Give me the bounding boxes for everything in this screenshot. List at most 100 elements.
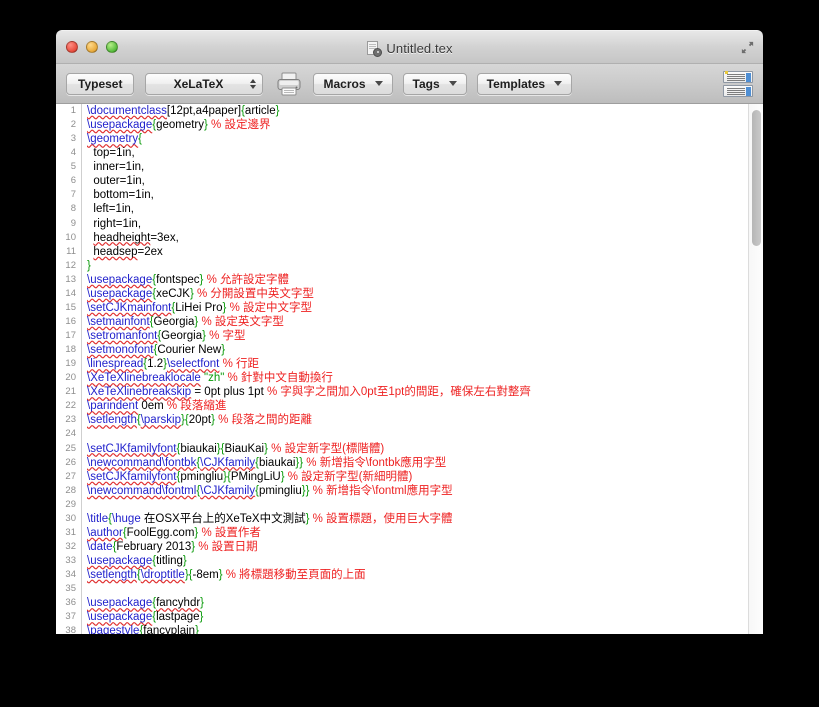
minimize-window-button[interactable] — [86, 41, 98, 53]
code-line[interactable]: \setCJKmainfont{LiHei Pro} % 設定中文字型 — [87, 301, 747, 315]
editor-scrollbar-thumb[interactable] — [752, 110, 761, 246]
code-token: % 將標題移動至頁面的上面 — [222, 569, 366, 582]
code-token: }{ — [223, 470, 231, 483]
code-line[interactable]: \setlength{\parskip}{20pt} % 段落之間的距離 — [87, 413, 747, 427]
code-line[interactable]: \setmainfont{Georgia} % 設定英文字型 — [87, 315, 747, 329]
line-number: 27 — [65, 470, 76, 482]
code-line[interactable] — [87, 427, 747, 441]
code-line[interactable]: \usepackage{fontspec} % 允許設定字體 — [87, 273, 747, 287]
typeset-button[interactable]: Typeset — [66, 72, 135, 95]
split-view-icon[interactable] — [723, 71, 753, 97]
code-token: left=1in, — [87, 203, 134, 216]
code-token: February 2013 — [116, 540, 192, 553]
code-line[interactable]: outer=1in, — [87, 174, 747, 188]
code-line[interactable]: \XeTeXlinebreakskip = 0pt plus 1pt % 字與字… — [87, 385, 747, 399]
code-line[interactable]: \title{\huge 在OSX平台上的XeTeX中文測試} % 設置標題，使… — [87, 512, 747, 526]
code-token: } — [199, 611, 204, 624]
code-line[interactable]: \setCJKfamilyfont{pmingliu}{PMingLiU} % … — [87, 470, 747, 484]
code-token: headsep — [93, 245, 138, 258]
chevron-down-icon — [448, 81, 457, 86]
line-number: 28 — [65, 484, 76, 496]
code-token: = 0pt plus 1pt — [191, 386, 267, 399]
line-number: 3 — [70, 133, 76, 145]
code-line[interactable]: \setmonofont{Courier New} — [87, 343, 747, 357]
code-line[interactable]: } — [87, 259, 747, 273]
code-token: } — [200, 597, 205, 610]
code-line[interactable]: \setromanfont{Georgia} % 字型 — [87, 329, 747, 343]
code-token: % 設置作者 — [198, 526, 261, 539]
code-line[interactable]: \documentclass[12pt,a4paper]{article} — [87, 104, 747, 118]
code-line[interactable]: left=1in, — [87, 202, 747, 216]
code-line[interactable]: \geometry{ — [87, 132, 747, 146]
code-line[interactable]: \date{February 2013} % 設置日期 — [87, 540, 747, 554]
zoom-window-button[interactable] — [106, 41, 118, 53]
code-token: % 字與字之間加入0pt至1pt的間距，確保左右對整齊 — [266, 386, 531, 399]
code-token: \droptitle — [140, 569, 185, 582]
code-token: lastpage — [156, 611, 200, 624]
line-number: 25 — [65, 442, 76, 454]
code-token: % 設定中文字型 — [226, 301, 312, 314]
code-token: % 字型 — [205, 330, 246, 342]
code-token: { — [138, 133, 142, 146]
code-line[interactable]: inner=1in, — [87, 160, 747, 174]
line-number: 14 — [65, 287, 76, 299]
code-line[interactable]: \setlength{\droptitle}{-8em} % 將標題移動至頁面的… — [87, 568, 747, 582]
code-token: \XeTeXlinebreakskip — [87, 386, 192, 399]
tags-menu-button[interactable]: Tags — [402, 72, 467, 95]
code-token: % 設置日期 — [195, 540, 258, 553]
code-line[interactable]: headheight=3ex, — [87, 231, 747, 245]
code-line[interactable]: \usepackage{titling} — [87, 554, 747, 568]
editor-vertical-scrollbar[interactable] — [748, 104, 763, 634]
code-line[interactable]: \usepackage{xeCJK} % 分開設置中英文字型 — [87, 287, 747, 301]
templates-menu-button[interactable]: Templates — [476, 72, 573, 95]
code-line[interactable]: \newcommand\fontbk{\CJKfamily{biaukai}} … — [87, 456, 747, 470]
code-line[interactable]: \linespread{1.2}\selectfont % 行距 — [87, 357, 747, 371]
line-number: 18 — [65, 344, 76, 356]
code-token: \CJKfamily — [200, 456, 256, 469]
code-line[interactable]: \author{FoolEgg.com} % 設置作者 — [87, 526, 747, 540]
code-token: \author — [87, 526, 123, 539]
typeset-engine-select[interactable]: XeLaTeX — [145, 72, 264, 95]
code-line[interactable]: \pagestyle{fancyplain} — [87, 624, 747, 634]
code-token: 在OSX平台上的XeTeX中文測試 — [140, 512, 306, 525]
macros-menu-label: Macros — [323, 76, 366, 91]
code-token: outer=1in, — [87, 175, 145, 188]
code-token: 20pt — [188, 414, 212, 427]
line-number: 12 — [65, 259, 76, 271]
code-line[interactable]: \usepackage{fancyhdr} — [87, 596, 747, 610]
code-token: }{ — [184, 569, 193, 582]
code-token: % 分開設置中英文字型 — [193, 287, 314, 300]
code-token: % 針對中文自動換行 — [224, 372, 333, 385]
macros-menu-button[interactable]: Macros — [313, 72, 393, 95]
tex-document-icon — [366, 40, 383, 57]
code-line[interactable]: \usepackage{lastpage} — [87, 610, 747, 624]
code-line[interactable]: bottom=1in, — [87, 188, 747, 202]
line-number: 36 — [65, 597, 76, 609]
code-token: \setCJKmainfont — [87, 301, 172, 314]
close-window-button[interactable] — [66, 41, 78, 53]
source-editor[interactable]: 1 2 3 4 5 6 7 8 9 10 11 12 13 14 15 16 17 18 19 20 21 22 23 24 2… — [56, 104, 763, 634]
code-token: fancyhdr — [156, 597, 201, 610]
code-line[interactable]: \XeTeXlinebreaklocale "zh" % 針對中文自動換行 — [87, 371, 747, 385]
printer-icon[interactable] — [275, 71, 303, 97]
code-line[interactable]: \parindent 0em % 段落縮進 — [87, 399, 747, 413]
code-token: headheight — [93, 231, 151, 244]
code-line[interactable]: right=1in, — [87, 217, 747, 231]
line-number: 8 — [70, 203, 76, 215]
expand-arrows-icon[interactable] — [740, 40, 755, 55]
code-line[interactable]: \newcommand\fontml{\CJKfamily{pmingliu}}… — [87, 484, 747, 498]
code-line[interactable] — [87, 498, 747, 512]
code-line[interactable]: \setCJKfamilyfont{biaukai}{BiauKai} % 設定… — [87, 442, 747, 456]
code-line[interactable]: top=1in, — [87, 146, 747, 160]
code-line[interactable] — [87, 582, 747, 596]
code-text-area[interactable]: \documentclass[12pt,a4paper]{article} \us… — [83, 104, 747, 634]
code-token: \usepackage — [87, 611, 153, 624]
code-token: % 設定新字型(新細明體) — [284, 470, 413, 483]
line-number: 4 — [70, 147, 76, 159]
line-number: 5 — [70, 161, 76, 173]
code-line[interactable]: headsep=2ex — [87, 245, 747, 259]
code-token: \setCJKfamilyfont — [87, 470, 177, 483]
code-line[interactable]: \usepackage{geometry} % 設定邊界 — [87, 118, 747, 132]
tags-menu-label: Tags — [412, 76, 440, 91]
window-titlebar[interactable]: Untitled.tex — [56, 30, 763, 64]
